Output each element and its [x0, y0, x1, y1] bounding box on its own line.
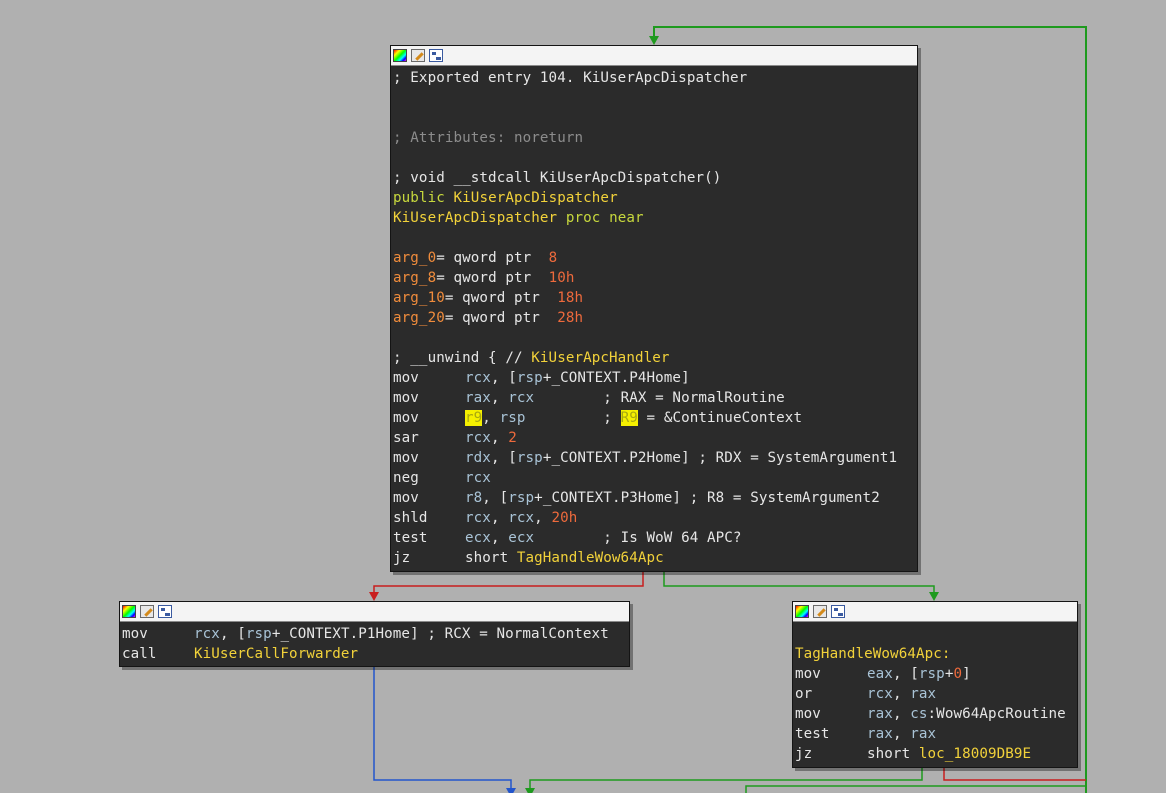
public-declaration: public KiUserApcDispatcher [393, 190, 618, 206]
arg-line: arg_10= qword ptr 18h [393, 290, 584, 306]
edge-false [373, 571, 644, 594]
instruction[interactable]: test rax, rax [793, 724, 1077, 744]
color-palette-icon[interactable] [393, 49, 407, 62]
edge-right-false [943, 766, 1086, 781]
graph-overview-icon[interactable] [831, 605, 845, 618]
block-toolbar [391, 46, 917, 66]
block-toolbar [793, 602, 1077, 622]
left-code-block[interactable]: mov rcx, [rsp+_CONTEXT.P1Home] ; RCX = No… [119, 601, 630, 667]
comment-attributes: ; Attributes: noreturn [393, 130, 584, 146]
edit-pencil-icon[interactable] [140, 605, 154, 618]
highlighted-register: R9 [620, 410, 638, 426]
instruction[interactable]: shld rcx, rcx, 20h [391, 508, 917, 528]
edge-arrow-bottom-green [525, 788, 535, 793]
instruction[interactable]: mov rax, rcx ; RAX = NormalRoutine [391, 388, 917, 408]
instruction[interactable]: mov rcx, [rsp+_CONTEXT.P4Home] [391, 368, 917, 388]
instruction[interactable]: mov r9, rsp ; R9 = &ContinueContext [391, 408, 917, 428]
edge-true [663, 571, 935, 594]
instruction[interactable]: mov r8, [rsp+_CONTEXT.P3Home] ; R8 = Syst… [391, 488, 917, 508]
instruction[interactable]: test ecx, ecx ; Is WoW 64 APC? [391, 528, 917, 548]
graph-overview-icon[interactable] [158, 605, 172, 618]
instruction[interactable]: sar rcx, 2 [391, 428, 917, 448]
jump-target[interactable]: TagHandleWow64Apc [517, 550, 664, 566]
edge-bottom-green [745, 785, 1086, 793]
comment-prototype: ; void __stdcall KiUserApcDispatcher() [393, 170, 722, 186]
color-palette-icon[interactable] [122, 605, 136, 618]
main-code-block[interactable]: ; Exported entry 104. KiUserApcDispatche… [390, 45, 918, 572]
edge-arrow-bottom-blue [506, 788, 516, 793]
unwind-comment: ; __unwind { // KiUserApcHandler [393, 350, 670, 366]
graph-overview-icon[interactable] [429, 49, 443, 62]
color-palette-icon[interactable] [795, 605, 809, 618]
arg-line: arg_20= qword ptr 28h [393, 310, 584, 326]
edge-arrow-right [929, 592, 939, 601]
highlighted-register: r9 [465, 410, 483, 426]
instruction[interactable]: neg rcx [391, 468, 917, 488]
edge-right-true [529, 766, 923, 793]
function-name[interactable]: KiUserApcDispatcher [454, 190, 618, 206]
edit-pencil-icon[interactable] [411, 49, 425, 62]
edge-arrow-main [649, 36, 659, 45]
block-label[interactable]: TagHandleWow64Apc: [793, 644, 1077, 664]
edge-uncond [373, 666, 512, 793]
block-toolbar [120, 602, 629, 622]
instruction[interactable]: or rcx, rax [793, 684, 1077, 704]
edge-arrow-left [369, 592, 379, 601]
arg-line: arg_8= qword ptr 10h [393, 270, 575, 286]
instruction[interactable]: mov rdx, [rsp+_CONTEXT.P2Home] ; RDX = Sy… [391, 448, 917, 468]
instruction[interactable]: jz short TagHandleWow64Apc [391, 548, 917, 568]
instruction[interactable]: mov eax, [rsp+0] [793, 664, 1077, 684]
call-target[interactable]: KiUserCallForwarder [194, 646, 358, 662]
jump-target[interactable]: loc_18009DB9E [919, 746, 1031, 762]
arg-line: arg_0= qword ptr 8 [393, 250, 558, 266]
instruction[interactable]: mov rax, cs:Wow64ApcRoutine [793, 704, 1077, 724]
proc-declaration: KiUserApcDispatcher proc near [393, 210, 644, 226]
right-code-block[interactable]: TagHandleWow64Apc: mov eax, [rsp+0] or rcx… [792, 601, 1078, 768]
instruction[interactable]: mov rcx, [rsp+_CONTEXT.P1Home] ; RCX = No… [120, 624, 629, 644]
comment-export: ; Exported entry 104. KiUserApcDispatche… [393, 70, 748, 86]
edit-pencil-icon[interactable] [813, 605, 827, 618]
instruction[interactable]: call KiUserCallForwarder [120, 644, 629, 664]
instruction[interactable]: jz short loc_18009DB9E [793, 744, 1077, 764]
